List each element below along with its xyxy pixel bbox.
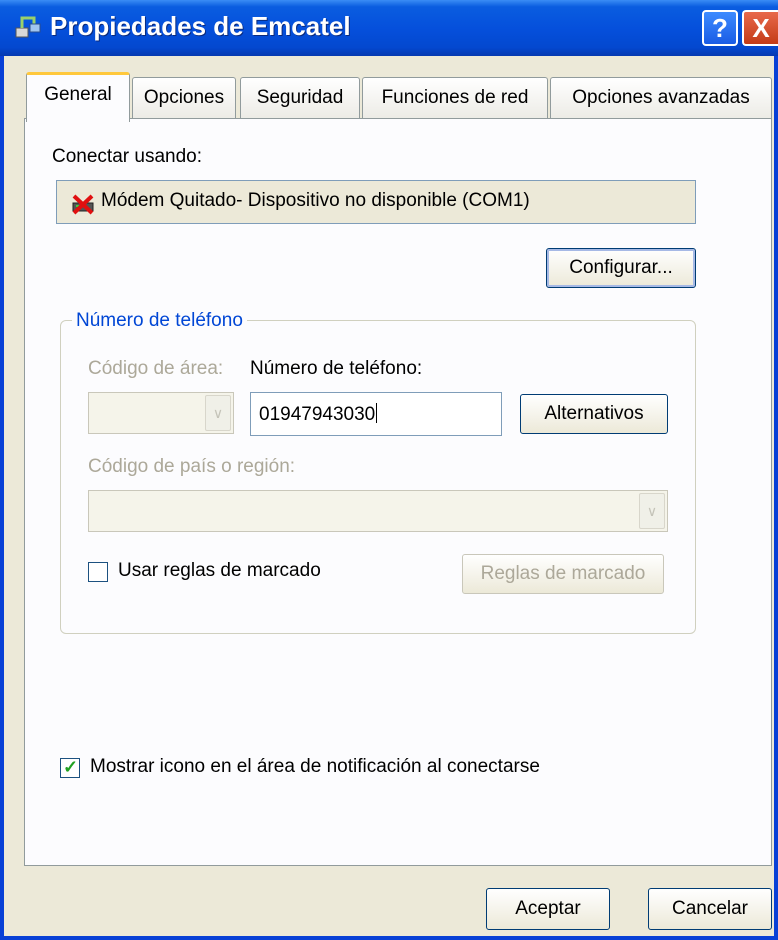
window-title: Propiedades de Emcatel xyxy=(50,11,351,41)
cancel-button[interactable]: Cancelar xyxy=(648,888,772,930)
text-caret xyxy=(376,403,378,423)
tab-networking[interactable]: Funciones de red xyxy=(362,77,548,119)
alternates-button[interactable]: Alternativos xyxy=(520,394,668,434)
use-dialing-rules-checkbox[interactable] xyxy=(88,562,108,582)
area-code-label: Código de área: xyxy=(88,358,224,379)
checkmark-icon: ✓ xyxy=(63,757,79,777)
ok-button[interactable]: Aceptar xyxy=(486,888,610,930)
tab-general[interactable]: General xyxy=(26,72,130,122)
connect-using-label: Conectar usando: xyxy=(52,146,202,167)
chevron-down-icon: ∨ xyxy=(639,493,665,529)
title-bar[interactable]: Propiedades de Emcatel ? X xyxy=(0,0,778,56)
phone-number-input[interactable]: 01947943030 xyxy=(250,392,502,436)
show-icon-label[interactable]: Mostrar icono en el área de notificación… xyxy=(90,756,540,778)
phone-group-legend: Número de teléfono xyxy=(72,310,247,332)
configure-button[interactable]: Configurar... xyxy=(546,248,696,288)
modem-unavailable-icon xyxy=(72,194,94,215)
dialog-window: Propiedades de Emcatel ? X General Opcio… xyxy=(0,0,778,940)
dialing-rules-button[interactable]: Reglas de marcado xyxy=(462,554,664,594)
tab-advanced[interactable]: Opciones avanzadas xyxy=(550,77,772,119)
phone-number-label: Número de teléfono: xyxy=(250,358,423,379)
network-connection-icon xyxy=(15,16,41,38)
country-code-combo[interactable]: ∨ xyxy=(88,490,668,532)
device-name: Módem Quitado- Dispositivo no disponible… xyxy=(101,190,530,211)
tab-options[interactable]: Opciones xyxy=(132,77,236,119)
chevron-down-icon: ∨ xyxy=(205,395,231,431)
tab-security[interactable]: Seguridad xyxy=(240,77,360,119)
country-code-label: Código de país o región: xyxy=(88,456,296,477)
show-icon-checkbox[interactable]: ✓ xyxy=(60,757,80,778)
use-dialing-rules-label[interactable]: Usar reglas de marcado xyxy=(118,560,321,582)
phone-number-value: 01947943030 xyxy=(259,404,376,425)
area-code-combo[interactable]: ∨ xyxy=(88,392,234,434)
connect-device-list[interactable]: Módem Quitado- Dispositivo no disponible… xyxy=(56,180,696,224)
close-button[interactable]: X xyxy=(742,10,778,46)
help-button[interactable]: ? xyxy=(702,10,738,46)
